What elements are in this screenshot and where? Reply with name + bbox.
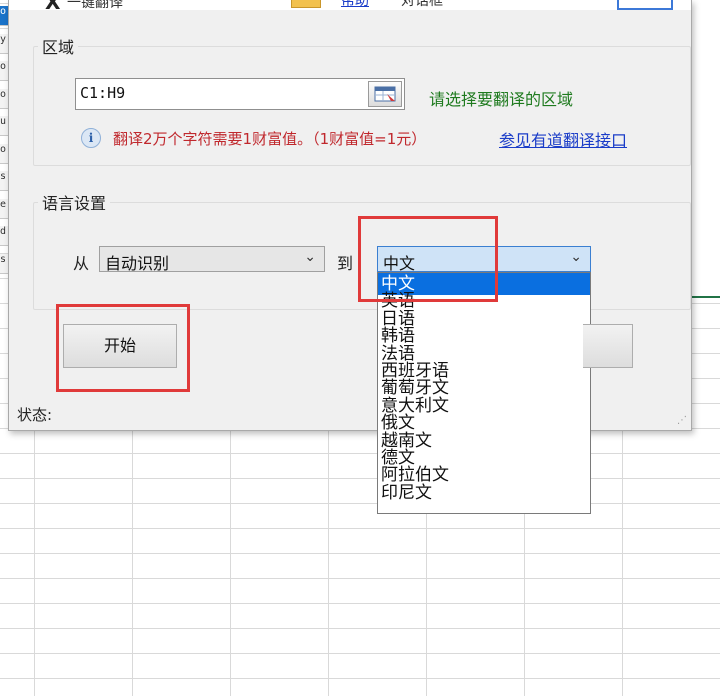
secondary-button[interactable] — [583, 324, 633, 368]
source-language-value: 自动识别 — [105, 254, 170, 273]
folder-icon[interactable] — [291, 0, 321, 8]
resize-grip-icon[interactable]: ⋰ — [677, 416, 687, 426]
sheet-column-edge — [690, 0, 720, 300]
status-label: 状态: — [17, 406, 53, 424]
cost-info-text: 翻译2万个字符需要1财富值。（1财富值=1元） — [113, 130, 427, 148]
dialog-title-bar: X 一键翻译 帮助 对话框 — [9, 0, 691, 10]
start-button[interactable]: 开始 — [63, 324, 177, 368]
region-legend: 区域 — [42, 38, 75, 57]
dialog-title: 一键翻译 — [67, 0, 123, 10]
info-icon: i — [81, 128, 101, 148]
help-link[interactable]: 帮助 — [341, 0, 369, 10]
to-label: 到 — [337, 254, 354, 273]
from-label: 从 — [73, 254, 90, 273]
chevron-down-icon: ⌄ — [570, 249, 582, 265]
target-language-select[interactable]: 中文 ⌄ — [377, 246, 591, 273]
chevron-down-icon: ⌄ — [304, 249, 316, 265]
youdao-api-link[interactable]: 参见有道翻译接口 — [499, 127, 627, 151]
sheet-selection-border — [690, 296, 720, 298]
title-bar-button[interactable] — [617, 0, 673, 10]
target-language-dropdown: 中文 英语 日语 韩语 法语 西班牙语 葡萄牙文 意大利文 俄文 越南文 德文 阿拉伯文 印尼文 — [377, 272, 591, 514]
range-value: C1:H9 — [80, 84, 126, 102]
target-language-value: 中文 — [383, 254, 416, 273]
range-hint-text: 请选择要翻译的区域 — [429, 90, 574, 109]
language-legend: 语言设置 — [42, 194, 107, 213]
range-picker-button[interactable] — [368, 81, 402, 107]
translate-dialog: X 一键翻译 帮助 对话框 区域 C1:H9 请选择要翻译的区域 i 翻译2万个… — [8, 0, 692, 514]
range-input[interactable]: C1:H9 — [75, 78, 405, 110]
language-option[interactable]: 印尼文 — [378, 482, 590, 504]
range-picker-icon — [374, 86, 396, 102]
dialog-title-secondary: 对话框 — [401, 0, 443, 9]
app-logo-icon: X — [45, 0, 60, 10]
source-language-select[interactable]: 自动识别 ⌄ — [99, 246, 325, 273]
